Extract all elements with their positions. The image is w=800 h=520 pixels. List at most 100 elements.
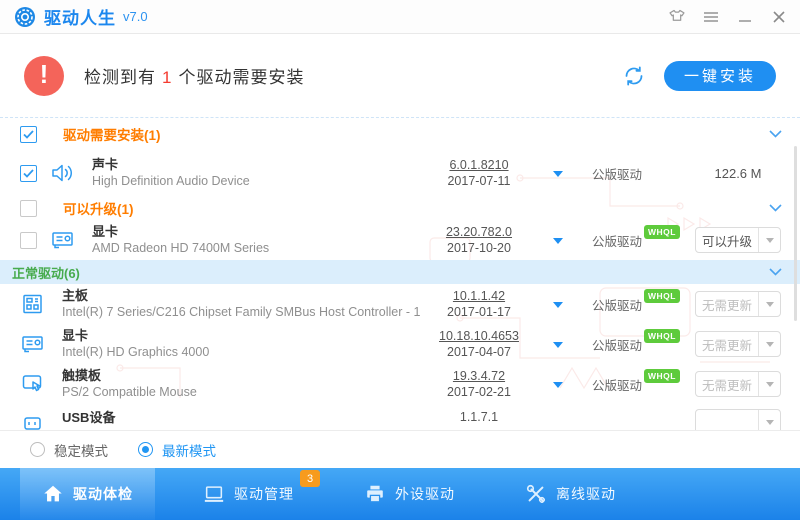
driver-version-link[interactable]: 6.0.1.8210 (420, 157, 538, 173)
driver-version: 1.1.7.1 (420, 409, 538, 425)
driver-row-motherboard: 主板 Intel(R) 7 Series/C216 Chipset Family… (0, 284, 800, 324)
driver-type: 公版驱动 (578, 231, 644, 250)
driver-row-touchpad: 触摸板 PS/2 Compatible Mouse 19.3.4.72 2017… (0, 364, 800, 404)
driver-row-gpu-amd: 显卡 AMD Radeon HD 7400M Series 23.20.782.… (0, 220, 800, 260)
driver-date: 2017-04-07 (420, 344, 538, 360)
stable-mode-radio[interactable]: 稳定模式 (30, 440, 108, 460)
skin-theme-icon[interactable] (668, 8, 686, 26)
driver-version-link[interactable]: 10.18.10.4653 (420, 328, 538, 344)
driver-row-gpu-intel: 显卡 Intel(R) HD Graphics 4000 10.18.10.46… (0, 324, 800, 364)
scan-result-message: 检测到有1个驱动需要安装 (84, 63, 304, 88)
nav-offline-drivers[interactable]: 离线驱动 (503, 468, 638, 520)
driver-row-usb: USB设备 1.1.7.1 (0, 404, 800, 430)
device-name: High Definition Audio Device (92, 173, 420, 190)
one-click-install-button[interactable]: 一键安装 (664, 61, 776, 91)
no-update-button[interactable]: 无需更新 (695, 371, 781, 397)
driver-date: 2017-01-17 (420, 304, 538, 320)
latest-mode-radio[interactable]: 最新模式 (138, 440, 216, 460)
driver-size: 122.6 M (715, 166, 762, 181)
radio-icon[interactable] (138, 442, 153, 457)
driver-version-link[interactable]: 19.3.4.72 (420, 368, 538, 384)
usb-icon (20, 409, 50, 430)
row-checkbox[interactable] (20, 165, 37, 182)
whql-badge: WHQL (644, 369, 680, 383)
nav-peripheral-drivers[interactable]: 外设驱动 (342, 468, 477, 520)
version-dropdown-icon[interactable] (553, 302, 563, 308)
scan-result-banner: ! 检测到有1个驱动需要安装 一键安装 (0, 34, 800, 118)
app-version: v7.0 (123, 9, 148, 24)
driver-row-sound-card: 声卡 High Definition Audio Device 6.0.1.82… (0, 150, 800, 196)
device-category: 声卡 (92, 156, 420, 173)
alert-icon: ! (24, 56, 64, 96)
whql-badge: WHQL (644, 329, 680, 343)
action-dropdown-icon[interactable] (758, 228, 780, 252)
action-dropdown-icon[interactable] (758, 410, 780, 430)
device-name: Intel(R) 7 Series/C216 Chipset Family SM… (62, 304, 420, 321)
version-dropdown-icon[interactable] (553, 342, 563, 348)
driver-version-link[interactable]: 23.20.782.0 (420, 224, 538, 240)
gpu-card-icon (50, 228, 80, 252)
no-update-button[interactable]: 无需更新 (695, 291, 781, 317)
collapse-chevron-icon[interactable] (769, 204, 782, 212)
driver-version-link[interactable]: 10.1.1.42 (420, 288, 538, 304)
monitor-icon (203, 483, 225, 505)
driver-date: 2017-10-20 (420, 240, 538, 256)
device-category: 主板 (62, 287, 420, 304)
no-update-button[interactable]: 无需更新 (695, 331, 781, 357)
action-dropdown-icon[interactable] (758, 332, 780, 356)
motherboard-icon (20, 292, 50, 316)
driver-date: 2017-02-21 (420, 384, 538, 400)
list-scrollbar[interactable] (794, 146, 797, 321)
radio-icon[interactable] (30, 442, 45, 457)
driver-count: 1 (162, 68, 172, 87)
whql-badge: WHQL (644, 225, 680, 239)
version-dropdown-icon[interactable] (553, 382, 563, 388)
version-dropdown-icon[interactable] (553, 171, 563, 177)
section-need-install-header[interactable]: 驱动需要安装(1) (0, 118, 800, 150)
close-icon[interactable] (770, 8, 788, 26)
app-title: 驱动人生 (44, 4, 116, 29)
nav-driver-manage[interactable]: 驱动管理 3 (181, 468, 316, 520)
device-name: PS/2 Compatible Mouse (62, 384, 420, 401)
action-dropdown-icon[interactable] (758, 292, 780, 316)
tools-icon (525, 483, 547, 505)
minimize-icon[interactable] (736, 8, 754, 26)
device-category: 触摸板 (62, 367, 420, 384)
touchpad-icon (20, 372, 50, 396)
collapse-chevron-icon[interactable] (769, 130, 782, 138)
gpu-card-icon (20, 332, 50, 356)
section-normal-header[interactable]: 正常驱动(6) (0, 260, 800, 284)
app-logo-gear-icon (14, 6, 36, 28)
device-category: 显卡 (62, 327, 420, 344)
section-need-install-checkbox[interactable] (20, 126, 37, 143)
version-dropdown-icon[interactable] (553, 238, 563, 244)
no-update-button[interactable] (695, 409, 781, 430)
driver-type: 公版驱动 (578, 375, 644, 394)
title-bar: 驱动人生 v7.0 (0, 0, 800, 34)
device-category: USB设备 (62, 409, 420, 426)
section-title: 可以升级(1) (63, 198, 134, 218)
manage-count-badge: 3 (300, 470, 320, 487)
rescan-refresh-icon[interactable] (622, 64, 646, 88)
driver-type: 公版驱动 (578, 295, 644, 314)
message-prefix: 检测到有 (84, 68, 156, 87)
window-controls (668, 8, 788, 26)
action-dropdown-icon[interactable] (758, 372, 780, 396)
device-name: Intel(R) HD Graphics 4000 (62, 344, 420, 361)
row-checkbox[interactable] (20, 232, 37, 249)
device-name: AMD Radeon HD 7400M Series (92, 240, 420, 257)
collapse-chevron-icon[interactable] (769, 268, 782, 276)
bottom-nav: 驱动体检 驱动管理 3 外设驱动 离线驱动 (0, 468, 800, 520)
section-title: 驱动需要安装(1) (63, 124, 161, 144)
nav-driver-check[interactable]: 驱动体检 (20, 468, 155, 520)
driver-date: 2017-07-11 (420, 173, 538, 189)
whql-badge: WHQL (644, 289, 680, 303)
driver-app-window: 驱动人生 v7.0 (0, 0, 800, 520)
section-upgradable-header[interactable]: 可以升级(1) (0, 196, 800, 220)
menu-icon[interactable] (702, 8, 720, 26)
speaker-icon (50, 161, 80, 185)
section-upgradable-checkbox[interactable] (20, 200, 37, 217)
section-title: 正常驱动(6) (12, 263, 80, 282)
update-mode-bar: 稳定模式 最新模式 (0, 430, 800, 468)
upgrade-button[interactable]: 可以升级 (695, 227, 781, 253)
